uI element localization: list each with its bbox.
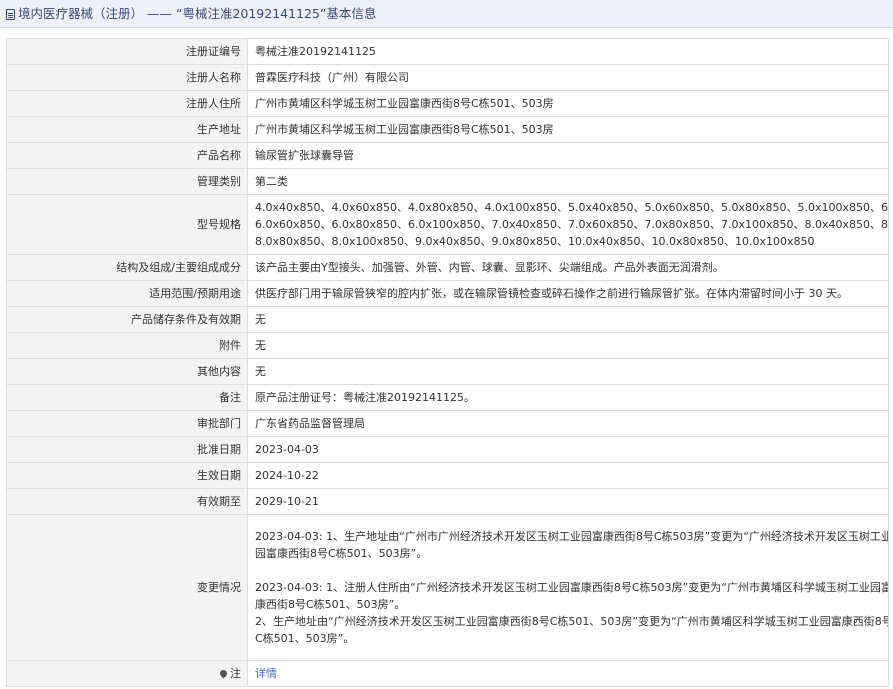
header-title: 境内医疗器械（注册）: [18, 6, 144, 21]
value-storage: 无: [247, 306, 889, 333]
models-line: 4.0x40x850、4.0x60x850、4.0x80x850、4.0x100…: [255, 201, 889, 214]
label-expiry: 有效期至: [6, 488, 248, 515]
label-category: 管理类别: [6, 168, 248, 195]
row-models: 型号规格 4.0x40x850、4.0x60x850、4.0x80x850、4.…: [6, 194, 889, 255]
label-structure: 结构及组成/主要组成成分: [6, 254, 248, 281]
pin-icon: [218, 668, 229, 679]
row-category: 管理类别 第二类: [6, 168, 889, 195]
label-models: 型号规格: [6, 194, 248, 255]
change-gap: [255, 562, 882, 579]
row-scope: 适用范围/预期用途 供医疗部门用于输尿管狭窄的腔内扩张，或在输尿管镜检查或碎石操…: [6, 280, 889, 307]
label-prod-address: 生产地址: [6, 116, 248, 143]
row-attachment: 附件 无: [6, 332, 889, 359]
note-label-text: 注: [230, 667, 241, 680]
label-address: 注册人住所: [6, 90, 248, 117]
row-structure: 结构及组成/主要组成成分 该产品主要由Y型接头、加强管、外管、内管、球囊、显影环…: [6, 254, 889, 281]
row-changes: 变更情况 2023-04-03: 1、生产地址由“广州市广州经济技术开发区玉树工…: [6, 514, 889, 661]
label-changes: 变更情况: [6, 514, 248, 661]
label-storage: 产品储存条件及有效期: [6, 306, 248, 333]
label-effective-date: 生效日期: [6, 462, 248, 489]
value-scope: 供医疗部门用于输尿管狭窄的腔内扩张，或在输尿管镜检查或碎石操作之前进行输尿管扩张…: [247, 280, 889, 307]
value-address: 广州市黄埔区科学城玉树工业园富康西街8号C栋501、503房: [247, 90, 889, 117]
label-product-name: 产品名称: [6, 142, 248, 169]
row-note: 注 详情: [6, 660, 889, 687]
value-models: 4.0x40x850、4.0x60x850、4.0x80x850、4.0x100…: [247, 194, 889, 255]
change-line: 2、生产地址由“广州经济技术开发区玉树工业园富康西街8号C栋501、503房”变…: [255, 615, 889, 628]
info-table: 注册证编号 粤械注准20192141125 注册人名称 普霖医疗科技（广州）有限…: [6, 38, 889, 687]
row-reg-no: 注册证编号 粤械注准20192141125: [6, 38, 889, 65]
models-line: 6.0x60x850、6.0x80x850、6.0x100x850、7.0x40…: [255, 218, 889, 231]
page-header: 境内医疗器械（注册） —— “粤械注准20192141125”基本信息: [0, 0, 893, 28]
value-product-name: 输尿管扩张球囊导管: [247, 142, 889, 169]
row-expiry: 有效期至 2029-10-21: [6, 488, 889, 515]
value-structure: 该产品主要由Y型接头、加强管、外管、内管、球囊、显影环、尖端组成。产品外表面无润…: [247, 254, 889, 281]
change-line: 康西街8号C栋501、503房”。: [255, 598, 406, 611]
row-storage: 产品储存条件及有效期 无: [6, 306, 889, 333]
row-approver: 审批部门 广东省药品监督管理局: [6, 410, 889, 437]
value-effective-date: 2024-10-22: [247, 462, 889, 489]
label-approver: 审批部门: [6, 410, 248, 437]
label-other: 其他内容: [6, 358, 248, 385]
row-approve-date: 批准日期 2023-04-03: [6, 436, 889, 463]
value-attachment: 无: [247, 332, 889, 359]
row-prod-address: 生产地址 广州市黄埔区科学城玉树工业园富康西街8号C栋501、503房: [6, 116, 889, 143]
header-separator: ——: [143, 6, 176, 21]
models-line: 8.0x80x850、8.0x100x850、9.0x40x850、9.0x80…: [255, 235, 815, 248]
row-product-name: 产品名称 输尿管扩张球囊导管: [6, 142, 889, 169]
change-line: 2023-04-03: 1、生产地址由“广州市广州经济技术开发区玉树工业园富康西…: [255, 530, 889, 543]
value-changes: 2023-04-03: 1、生产地址由“广州市广州经济技术开发区玉树工业园富康西…: [247, 514, 889, 661]
value-note: 详情: [247, 660, 889, 687]
document-icon: [6, 9, 15, 20]
value-approve-date: 2023-04-03: [247, 436, 889, 463]
label-note: 注: [6, 660, 248, 687]
value-expiry: 2029-10-21: [247, 488, 889, 515]
value-other: 无: [247, 358, 889, 385]
row-address: 注册人住所 广州市黄埔区科学城玉树工业园富康西街8号C栋501、503房: [6, 90, 889, 117]
label-scope: 适用范围/预期用途: [6, 280, 248, 307]
value-prod-address: 广州市黄埔区科学城玉树工业园富康西街8号C栋501、503房: [247, 116, 889, 143]
row-registrant: 注册人名称 普霖医疗科技（广州）有限公司: [6, 64, 889, 91]
change-line: 2023-04-03: 1、注册人住所由“广州经济技术开发区玉树工业园富康西街8…: [255, 581, 889, 594]
value-reg-no: 粤械注准20192141125: [247, 38, 889, 65]
value-registrant: 普霖医疗科技（广州）有限公司: [247, 64, 889, 91]
details-link[interactable]: 详情: [255, 667, 277, 680]
row-effective-date: 生效日期 2024-10-22: [6, 462, 889, 489]
change-line: 园富康西街8号C栋501、503房”。: [255, 547, 428, 560]
label-approve-date: 批准日期: [6, 436, 248, 463]
header-subtitle: “粤械注准20192141125”基本信息: [175, 6, 377, 21]
change-line: C栋501、503房”。: [255, 632, 355, 645]
row-other: 其他内容 无: [6, 358, 889, 385]
label-remark: 备注: [6, 384, 248, 411]
label-registrant: 注册人名称: [6, 64, 248, 91]
value-remark: 原产品注册证号：粤械注准20192141125。: [247, 384, 889, 411]
label-attachment: 附件: [6, 332, 248, 359]
value-category: 第二类: [247, 168, 889, 195]
value-approver: 广东省药品监督管理局: [247, 410, 889, 437]
row-remark: 备注 原产品注册证号：粤械注准20192141125。: [6, 384, 889, 411]
label-reg-no: 注册证编号: [6, 38, 248, 65]
